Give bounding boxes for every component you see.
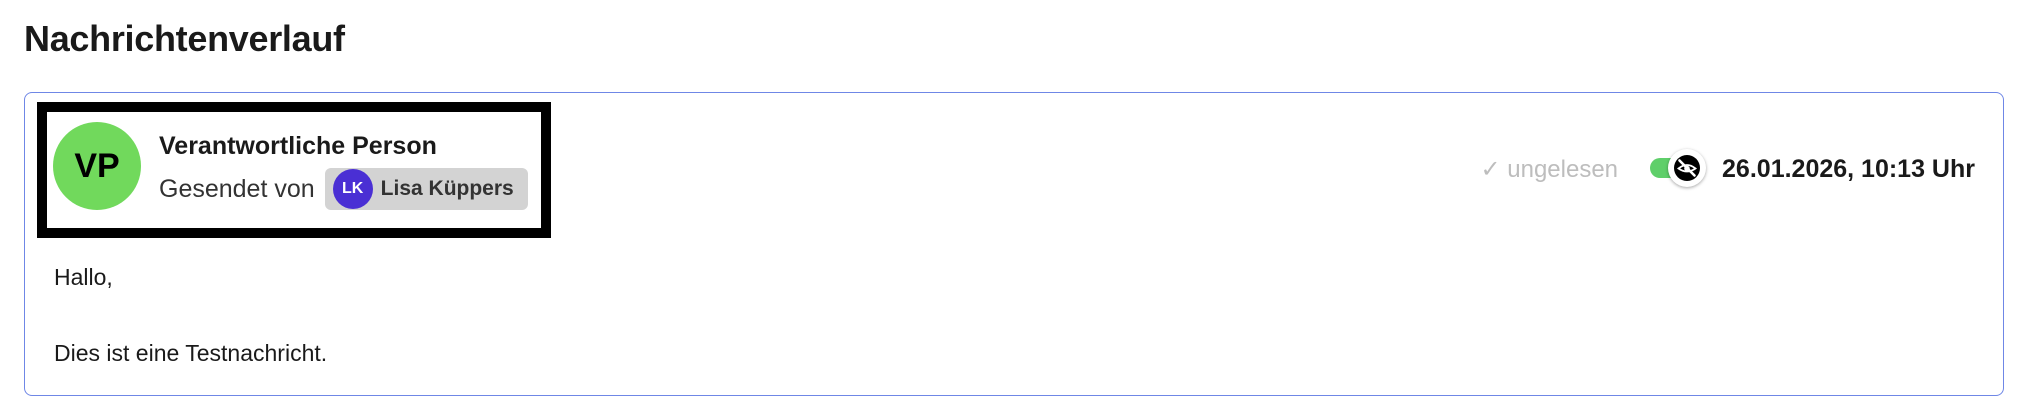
message-greeting: Hallo, bbox=[54, 264, 113, 290]
message-text: Dies ist eine Testnachricht. bbox=[54, 340, 328, 366]
user-avatar: LK bbox=[332, 169, 373, 209]
message-body: Hallo, Dies ist eine Testnachricht. bbox=[54, 258, 327, 410]
sender-block: VP Verantwortliche Person Gesendet von L… bbox=[37, 102, 551, 238]
section-title: Nachrichtenverlauf bbox=[24, 18, 345, 59]
sender-avatar: VP bbox=[53, 122, 141, 210]
user-name: Lisa Küppers bbox=[380, 177, 514, 200]
message-card: VP Verantwortliche Person Gesendet von L… bbox=[24, 92, 2004, 396]
message-history-page: Nachrichtenverlauf VP Verantwortliche Pe… bbox=[0, 0, 2024, 418]
sent-by-label: Gesendet von bbox=[159, 174, 315, 203]
no-eye-icon bbox=[1674, 155, 1701, 181]
user-chip[interactable]: LK Lisa Küppers bbox=[324, 168, 528, 210]
unread-status: ✓ ungelesen bbox=[1480, 155, 1619, 183]
read-toggle[interactable] bbox=[1646, 149, 1708, 189]
sent-by-row: Gesendet von LK Lisa Küppers bbox=[159, 168, 528, 210]
message-meta: ✓ ungelesen 26.01.2026, 10:13 Uhr bbox=[1480, 149, 1975, 189]
sender-role: Verantwortliche Person bbox=[159, 132, 437, 160]
toggle-knob bbox=[1668, 149, 1707, 187]
message-timestamp: 26.01.2026, 10:13 Uhr bbox=[1722, 154, 1975, 183]
